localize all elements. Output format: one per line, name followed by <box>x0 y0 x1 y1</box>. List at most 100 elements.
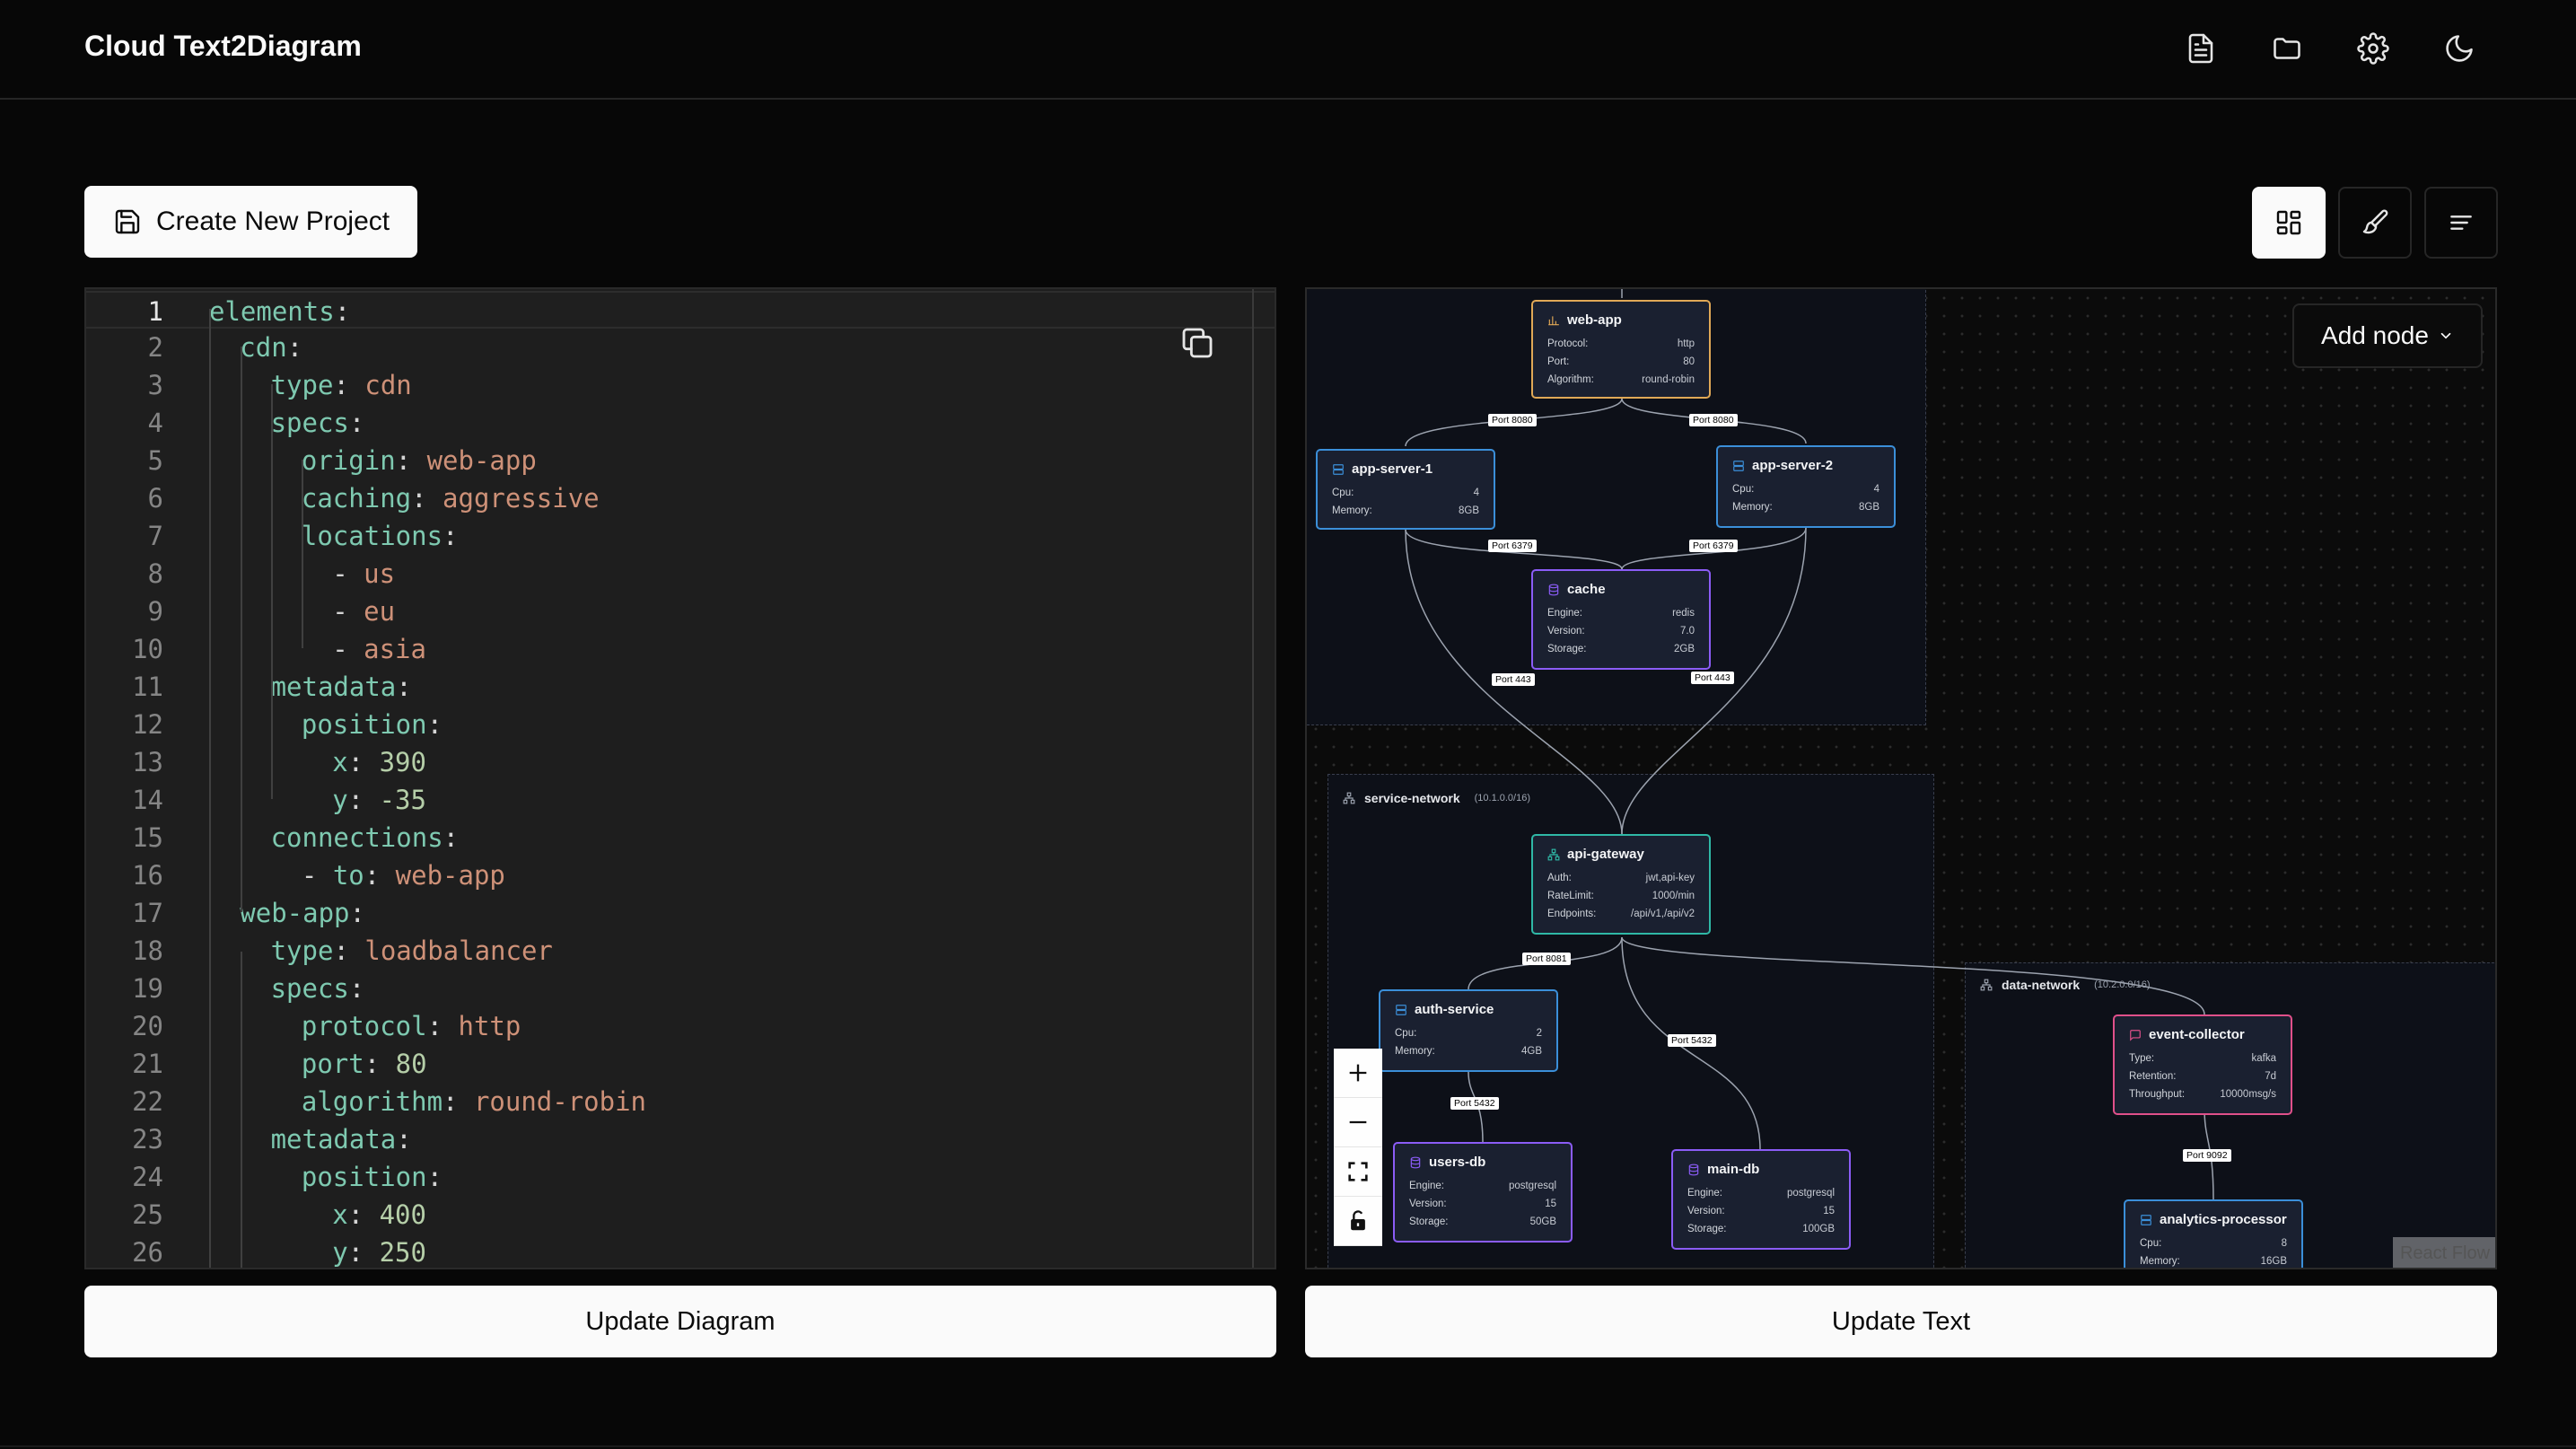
spec-key: Cpu: <box>1332 487 1354 498</box>
line-number: 9 <box>147 596 163 627</box>
code-line[interactable]: 2 cdn: <box>86 329 1275 366</box>
node-spec-row: Storage: 50GB <box>1409 1213 1556 1231</box>
yaml-code-editor[interactable]: 1 elements: 2 cdn: 3 type: cdn 4 specs: 5 origin:… <box>84 287 1276 1269</box>
node-auth-service[interactable]: auth-service Cpu: 2 Memory: 4GB <box>1379 989 1558 1072</box>
code-line[interactable]: 13 x: 390 <box>86 743 1275 781</box>
code-text: x: 390 <box>332 747 426 777</box>
node-spec-row: Endpoints: /api/v1,/api/v2 <box>1547 905 1695 923</box>
code-line[interactable]: 5 origin: web-app <box>86 442 1275 479</box>
code-text: origin: web-app <box>301 445 537 476</box>
document-icon[interactable] <box>2179 27 2222 70</box>
code-line[interactable]: 9 - eu <box>86 593 1275 630</box>
code-line[interactable]: 19 specs: <box>86 970 1275 1007</box>
node-spec-row: Engine: postgresql <box>1409 1177 1556 1195</box>
line-number: 6 <box>147 483 163 514</box>
code-line[interactable]: 24 position: <box>86 1158 1275 1196</box>
spec-value: 50GB <box>1529 1216 1556 1227</box>
react-flow-attribution[interactable]: React Flow <box>2393 1237 2495 1268</box>
spec-key: Storage: <box>1687 1224 1727 1234</box>
zoom-out-button[interactable] <box>1334 1098 1382 1147</box>
code-line[interactable]: 21 port: 80 <box>86 1045 1275 1083</box>
add-node-label: Add node <box>2321 321 2429 349</box>
spec-value: 2GB <box>1673 644 1695 654</box>
spec-key: Version: <box>1547 626 1585 637</box>
code-line[interactable]: 4 specs: <box>86 404 1275 442</box>
diagram-edges <box>1405 289 2214 1200</box>
node-app-server-2[interactable]: app-server-2 Cpu: 4 Memory: 8GB <box>1716 445 1896 528</box>
spec-value: 80 <box>1683 356 1695 367</box>
node-cache[interactable]: cache Engine: redis Version: 7.0 Storage: 2GB <box>1531 569 1711 670</box>
style-button[interactable] <box>2338 187 2412 259</box>
spec-key: Memory: <box>1395 1046 1435 1057</box>
spec-value: 10000msg/s <box>2220 1089 2276 1100</box>
spec-key: RateLimit: <box>1547 891 1594 901</box>
node-main-db[interactable]: main-db Engine: postgresql Version: 15 Storag… <box>1671 1149 1851 1250</box>
server-icon <box>2141 1214 2151 1225</box>
code-text: algorithm: round-robin <box>301 1086 647 1117</box>
add-node-dropdown[interactable]: Add node <box>2292 303 2483 368</box>
code-line[interactable]: 25 x: 400 <box>86 1196 1275 1234</box>
node-spec-row: Version: 7.0 <box>1547 622 1695 640</box>
spec-key: Engine: <box>1547 608 1583 619</box>
node-event-collector[interactable]: event-collector Type: kafka Retention: 7d Thr… <box>2113 1014 2292 1115</box>
code-line[interactable]: 8 - us <box>86 555 1275 593</box>
copy-icon[interactable] <box>1179 325 1215 361</box>
update-text-button[interactable]: Update Text <box>1305 1286 2497 1357</box>
create-new-project-button[interactable]: Create New Project <box>84 186 417 258</box>
footer-divider <box>0 1445 2576 1447</box>
code-text: cdn: <box>240 332 303 363</box>
zoom-in-button[interactable] <box>1334 1049 1382 1098</box>
diagram-view-button[interactable] <box>2252 187 2326 259</box>
code-line[interactable]: 20 protocol: http <box>86 1007 1275 1045</box>
code-text: connections: <box>270 822 460 853</box>
spec-key: Protocol: <box>1547 338 1589 349</box>
code-line[interactable]: 12 position: <box>86 706 1275 743</box>
line-number: 21 <box>132 1049 163 1079</box>
port-label: Port 443 <box>1492 673 1535 686</box>
code-line[interactable]: 11 metadata: <box>86 668 1275 706</box>
lock-button[interactable] <box>1334 1197 1382 1246</box>
code-text: caching: aggressive <box>301 483 600 514</box>
node-analytics-processor[interactable]: analytics-processor Cpu: 8 Memory: 16GB <box>2124 1199 2303 1268</box>
editor-scrollbar[interactable] <box>1252 289 1254 1268</box>
moon-icon[interactable] <box>2438 27 2481 70</box>
node-web-app[interactable]: web-app Protocol: http Port: 80 Algorithm: rou… <box>1531 300 1711 399</box>
code-line[interactable]: 10 - asia <box>86 630 1275 668</box>
text-view-button[interactable] <box>2424 187 2498 259</box>
line-number: 17 <box>132 898 163 928</box>
update-diagram-button[interactable]: Update Diagram <box>84 1286 1276 1357</box>
code-text: y: -35 <box>332 785 426 815</box>
spec-key: Memory: <box>1332 505 1372 516</box>
spec-value: http <box>1677 338 1695 349</box>
code-line[interactable]: 15 connections: <box>86 819 1275 856</box>
node-api-gateway[interactable]: api-gateway Auth: jwt,api-key RateLimit: 100… <box>1531 834 1711 935</box>
code-line[interactable]: 3 type: cdn <box>86 366 1275 404</box>
node-title: analytics-processor <box>2160 1212 2287 1227</box>
spec-value: 4 <box>1873 484 1879 495</box>
code-line[interactable]: 22 algorithm: round-robin <box>86 1083 1275 1120</box>
node-app-server-1[interactable]: app-server-1 Cpu: 4 Memory: 8GB <box>1316 449 1495 530</box>
line-number: 15 <box>132 822 163 853</box>
fit-view-button[interactable] <box>1334 1147 1382 1197</box>
spec-value: postgresql <box>1508 1181 1556 1191</box>
unlock-icon <box>1351 1210 1365 1231</box>
code-line[interactable]: 7 locations: <box>86 517 1275 555</box>
node-spec-row: Engine: redis <box>1547 604 1695 622</box>
diagram-controls <box>1334 1049 1382 1246</box>
gear-icon[interactable] <box>2352 27 2395 70</box>
spec-value: 16GB <box>2260 1256 2287 1267</box>
code-line[interactable]: 18 type: loadbalancer <box>86 932 1275 970</box>
code-text: - us <box>332 558 396 589</box>
node-spec-row: Cpu: 4 <box>1332 484 1479 502</box>
port-label: Port 443 <box>1691 672 1734 684</box>
code-line[interactable]: 23 metadata: <box>86 1120 1275 1158</box>
code-line[interactable]: 14 y: -35 <box>86 781 1275 819</box>
code-line[interactable]: 1 elements: <box>86 291 1275 329</box>
code-line[interactable]: 6 caching: aggressive <box>86 479 1275 517</box>
code-line[interactable]: 16 - to: web-app <box>86 856 1275 894</box>
code-line[interactable]: 26 y: 250 <box>86 1234 1275 1268</box>
diagram-canvas[interactable]: service-network (10.1.0.0/16) data-netwo… <box>1305 287 2497 1269</box>
folder-icon[interactable] <box>2265 27 2309 70</box>
node-users-db[interactable]: users-db Engine: postgresql Version: 15 Stora… <box>1393 1142 1573 1243</box>
code-line[interactable]: 17 web-app: <box>86 894 1275 932</box>
